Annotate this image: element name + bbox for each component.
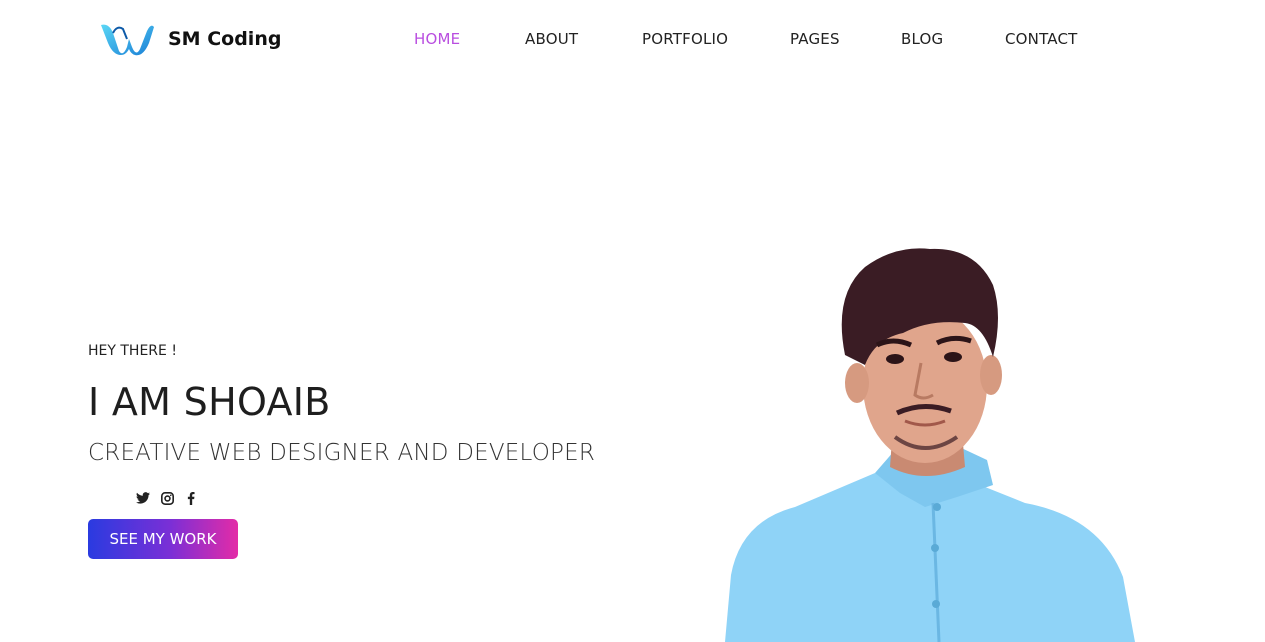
logo[interactable]: [99, 21, 155, 57]
twitter-icon[interactable]: [136, 491, 150, 505]
hero-greeting: HEY THERE !: [88, 343, 177, 359]
profile-photo: [725, 248, 1135, 642]
see-my-work-button[interactable]: SEE MY WORK: [88, 519, 238, 559]
social-links: [136, 491, 198, 505]
w-ribbon-logo-icon: [101, 24, 154, 56]
hero-title: I AM SHOAIB: [88, 380, 331, 424]
nav-item-portfolio[interactable]: PORTFOLIO: [642, 30, 728, 48]
nav-item-home[interactable]: HOME: [414, 30, 460, 48]
instagram-icon[interactable]: [160, 491, 174, 505]
nav-item-about[interactable]: ABOUT: [525, 30, 578, 48]
nav-item-contact[interactable]: CONTACT: [1005, 30, 1078, 48]
site-header: SM Coding HOME ABOUT PORTFOLIO PAGES BLO…: [0, 0, 1265, 80]
facebook-icon[interactable]: [184, 491, 198, 505]
nav-item-pages[interactable]: PAGES: [790, 30, 840, 48]
nav-item-blog[interactable]: BLOG: [901, 30, 943, 48]
hero-subtitle: CREATIVE WEB DESIGNER AND DEVELOPER: [88, 440, 596, 466]
brand-name[interactable]: SM Coding: [168, 28, 281, 50]
